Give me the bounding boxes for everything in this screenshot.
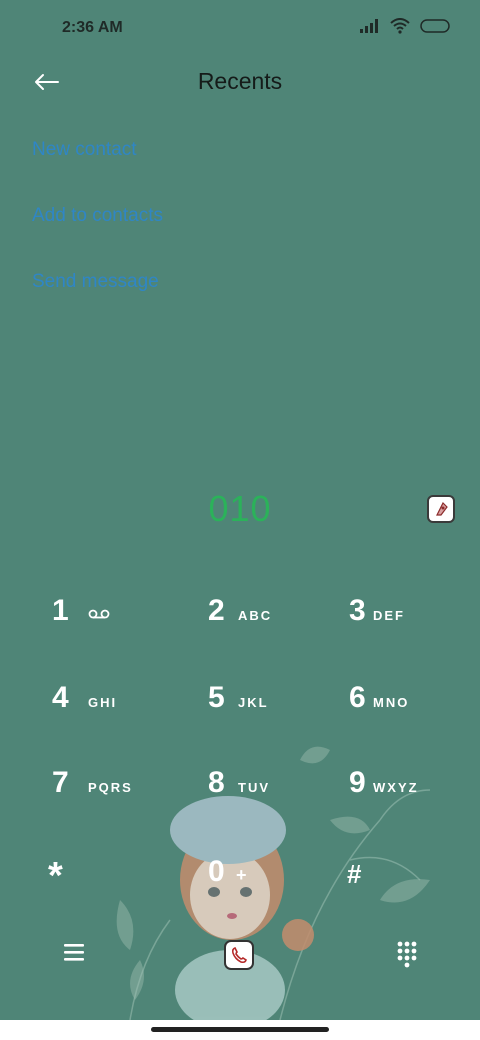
key-letters: WXYZ: [373, 780, 419, 795]
key-hash[interactable]: #: [347, 855, 480, 915]
key-4[interactable]: 4 GHI: [52, 681, 192, 741]
sim-card-icon: [436, 501, 448, 516]
key-6[interactable]: 6 MNO: [349, 681, 480, 741]
status-time: 2:36 AM: [62, 19, 123, 36]
key-2[interactable]: 2 ABC: [208, 594, 348, 654]
key-0[interactable]: 0 +: [208, 855, 348, 915]
key-digit: 2: [208, 594, 225, 627]
sim-select-button[interactable]: [427, 495, 455, 523]
key-1[interactable]: 1: [52, 594, 192, 654]
key-letters: DEF: [373, 608, 405, 623]
key-digit: 7: [52, 766, 69, 799]
key-7[interactable]: 7 PQRS: [52, 766, 192, 826]
call-button[interactable]: [224, 940, 254, 970]
key-letters: +: [236, 865, 249, 885]
key-letters: GHI: [88, 695, 118, 710]
status-bar: 2:36 AM: [0, 0, 480, 56]
key-letters: MNO: [373, 695, 410, 710]
key-digit: 5: [208, 681, 225, 714]
key-star[interactable]: *: [48, 855, 188, 915]
key-digit: 9: [349, 766, 366, 799]
signal-icon: [360, 19, 378, 33]
dialed-number: 010: [208, 488, 272, 529]
add-to-contacts-link[interactable]: Add to contacts: [32, 205, 163, 227]
wifi-icon: [390, 18, 410, 34]
key-digit: 1: [52, 594, 69, 627]
key-digit: 0: [208, 855, 225, 888]
key-digit: 3: [349, 594, 366, 627]
key-letters: JKL: [238, 695, 269, 710]
page-title: Recents: [197, 68, 283, 94]
key-digit: 8: [208, 766, 225, 799]
key-letters: PQRS: [88, 780, 133, 795]
status-icons: [360, 18, 450, 34]
key-9[interactable]: 9 WXYZ: [349, 766, 480, 826]
key-digit: 6: [349, 681, 366, 714]
key-letters: ABC: [238, 608, 273, 623]
menu-button[interactable]: [62, 940, 86, 964]
send-message-link[interactable]: Send message: [32, 271, 159, 293]
phone-icon: [231, 947, 247, 964]
dialpad-toggle-button[interactable]: [396, 940, 418, 968]
home-indicator[interactable]: [151, 1027, 329, 1032]
new-contact-link[interactable]: New contact: [32, 139, 137, 161]
key-digit: #: [347, 859, 362, 889]
key-digit: *: [48, 855, 63, 897]
key-5[interactable]: 5 JKL: [208, 681, 348, 741]
battery-icon: [420, 19, 450, 33]
dialpad-icon: [397, 941, 417, 968]
voicemail-icon: [88, 609, 110, 619]
key-digit: 4: [52, 681, 69, 714]
key-8[interactable]: 8 TUV: [208, 766, 348, 826]
key-letters: TUV: [238, 780, 270, 795]
hamburger-icon: [64, 944, 84, 961]
key-3[interactable]: 3 DEF: [349, 594, 480, 654]
